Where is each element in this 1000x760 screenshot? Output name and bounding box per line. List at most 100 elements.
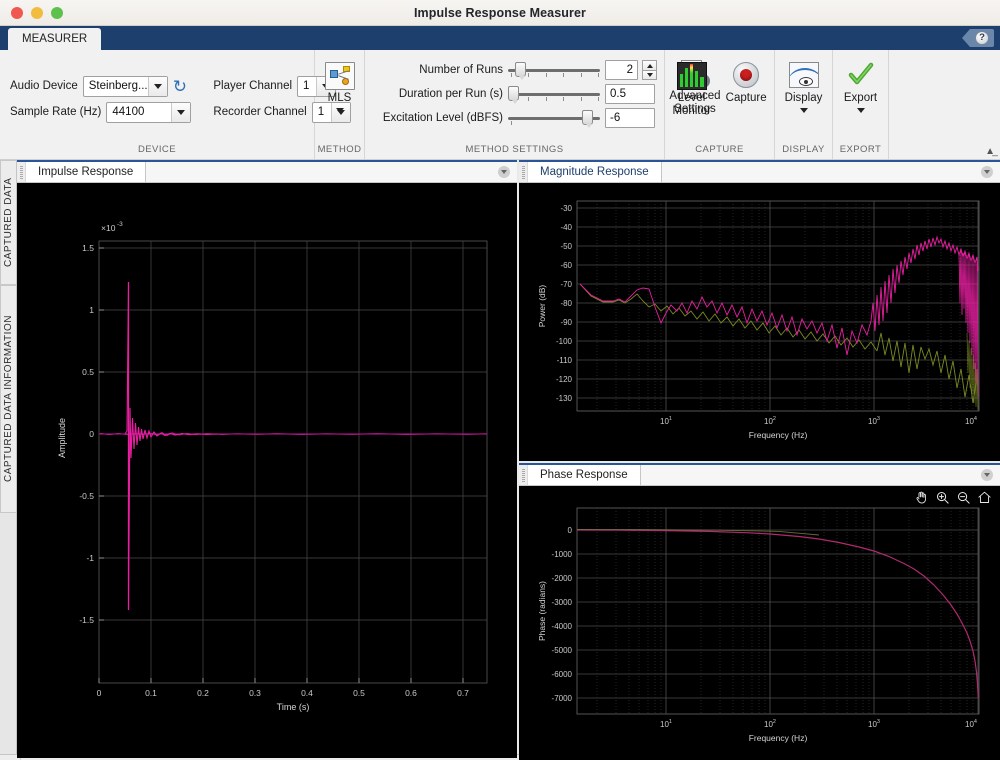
export-button-label: Export xyxy=(843,92,878,104)
chevron-down-icon[interactable] xyxy=(799,108,808,114)
panel-drag-handle[interactable] xyxy=(519,162,528,182)
svg-text:0.2: 0.2 xyxy=(197,688,209,698)
svg-text:-1.5: -1.5 xyxy=(79,615,94,625)
slider-thumb[interactable] xyxy=(581,110,593,128)
svg-text:1.5: 1.5 xyxy=(82,243,94,253)
mls-button-label: MLS xyxy=(327,92,352,104)
magnitude-response-plot[interactable]: -30 -40 -50 -60 -70 -80 -90 -100 -110 -1… xyxy=(519,183,1000,461)
level-monitor-label-1: Level xyxy=(677,92,706,104)
window-controls[interactable] xyxy=(11,6,63,19)
svg-text:0.3: 0.3 xyxy=(249,688,261,698)
phase-response-plot[interactable]: 0 -1000 -2000 -3000 -4000 -5000 -6000 -7… xyxy=(519,486,1000,760)
impulse-response-plot[interactable]: ×10 -3 1.5 1 0.5 0 -0.5 -1 -1.5 0 0.1 0.… xyxy=(17,183,517,758)
sample-rate-dropdown[interactable]: 44100 xyxy=(106,101,192,123)
ribbon: Audio Device Steinberg... ↻ Sample Rate … xyxy=(0,50,1000,160)
close-button[interactable] xyxy=(11,6,23,19)
chevron-down-icon[interactable] xyxy=(335,108,344,114)
sample-rate-value[interactable]: 44100 xyxy=(107,106,171,118)
tab-impulse-response[interactable]: Impulse Response xyxy=(26,162,147,182)
collapse-ribbon-icon[interactable]: ▲̲ xyxy=(985,147,995,157)
panel-drag-handle[interactable] xyxy=(17,162,26,182)
help-button[interactable]: ? xyxy=(960,29,994,47)
question-mark-icon: ? xyxy=(975,31,989,45)
panel-header-filler xyxy=(146,162,491,182)
slider-thumb[interactable] xyxy=(515,62,527,80)
duration-per-run-slider[interactable] xyxy=(508,86,600,104)
number-of-runs-slider[interactable] xyxy=(508,62,600,80)
sample-rate-label: Sample Rate (Hz) xyxy=(10,106,102,118)
minimize-button[interactable] xyxy=(31,6,43,19)
window-title: Impulse Response Measurer xyxy=(413,5,586,20)
restore-view-icon[interactable] xyxy=(977,490,992,505)
tab-magnitude-response[interactable]: Magnitude Response xyxy=(528,162,662,182)
docking-area: Impulse Response ×10 -3 1.5 1 0.5 0 -0.5… xyxy=(17,160,1000,760)
ribbon-group-method: MLS METHOD xyxy=(315,50,365,159)
method-settings-rows: Number of Runs 2 Duration per Run (s) 0.… xyxy=(365,60,665,128)
impulse-xlabel: Time (s) xyxy=(277,702,310,712)
panel-options-icon[interactable] xyxy=(491,162,517,182)
panel-options-icon[interactable] xyxy=(974,162,1000,182)
display-button[interactable]: Display xyxy=(777,60,831,115)
help-button-body[interactable]: ? xyxy=(970,29,994,47)
svg-text:-7000: -7000 xyxy=(552,694,573,703)
svg-text:0.5: 0.5 xyxy=(82,367,94,377)
svg-text:0.4: 0.4 xyxy=(301,688,313,698)
svg-text:0.5: 0.5 xyxy=(353,688,365,698)
chevron-down-icon[interactable] xyxy=(856,108,865,114)
tab-phase-response[interactable]: Phase Response xyxy=(528,465,641,485)
zoom-out-icon[interactable] xyxy=(956,490,971,505)
slider-thumb[interactable] xyxy=(508,86,519,104)
export-button[interactable]: Export xyxy=(835,60,887,115)
excitation-level-row: Excitation Level (dBFS) -6 xyxy=(373,108,657,128)
duration-per-run-value[interactable]: 0.5 xyxy=(605,84,655,104)
sidebar-item-captured-data-information[interactable]: CAPTURED DATA INFORMATION xyxy=(0,285,16,513)
capture-button[interactable]: Capture xyxy=(718,60,774,107)
svg-text:0: 0 xyxy=(89,429,94,439)
plot-toolbar[interactable] xyxy=(914,490,992,505)
panel-header-filler xyxy=(640,465,974,485)
number-of-runs-value[interactable]: 2 xyxy=(605,60,638,80)
tab-measurer[interactable]: MEASURER xyxy=(8,28,102,50)
mls-method-button[interactable]: MLS xyxy=(314,60,366,115)
left-vertical-tabstrip: CAPTURED DATA CAPTURED DATA INFORMATION xyxy=(0,160,17,754)
stepper-up-icon[interactable] xyxy=(642,60,657,70)
number-of-runs-label: Number of Runs xyxy=(419,64,503,76)
level-monitor-label-2: Monitor xyxy=(672,105,711,118)
number-of-runs-stepper[interactable] xyxy=(642,60,657,80)
right-column: Magnitude Response -30 -40 -50 -60 -70 -… xyxy=(519,160,1000,760)
pan-icon[interactable] xyxy=(914,490,929,505)
excitation-level-slider[interactable] xyxy=(508,110,600,128)
svg-text:-1: -1 xyxy=(86,553,94,563)
panel-options-icon[interactable] xyxy=(974,465,1000,485)
svg-text:-30: -30 xyxy=(560,204,572,213)
device-group-label: DEVICE xyxy=(137,144,177,155)
zoom-in-icon[interactable] xyxy=(935,490,950,505)
phase-xlabel: Frequency (Hz) xyxy=(749,733,808,743)
display-button-label: Display xyxy=(784,92,823,104)
svg-text:-3: -3 xyxy=(117,221,123,228)
svg-text:×10: ×10 xyxy=(101,223,116,233)
refresh-icon[interactable]: ↻ xyxy=(173,78,187,95)
level-monitor-button[interactable]: Level Monitor xyxy=(665,60,718,120)
svg-text:-130: -130 xyxy=(556,394,573,403)
excitation-level-value[interactable]: -6 xyxy=(605,108,655,128)
svg-text:0.1: 0.1 xyxy=(145,688,157,698)
chevron-down-icon[interactable] xyxy=(147,76,167,96)
ribbon-tabstrip: MEASURER ? xyxy=(0,26,1000,50)
svg-text:-2000: -2000 xyxy=(552,574,573,583)
chevron-down-icon[interactable] xyxy=(171,102,191,122)
number-of-runs-row: Number of Runs 2 xyxy=(373,60,657,80)
svg-text:0.6: 0.6 xyxy=(405,688,417,698)
svg-text:-0.5: -0.5 xyxy=(79,491,94,501)
method-group-label: METHOD xyxy=(317,144,362,155)
panel-drag-handle[interactable] xyxy=(519,465,528,485)
audio-device-dropdown[interactable]: Steinberg... xyxy=(82,75,168,97)
duration-per-run-label: Duration per Run (s) xyxy=(398,88,503,100)
maximize-button[interactable] xyxy=(51,6,63,19)
record-icon xyxy=(733,62,760,88)
svg-text:-120: -120 xyxy=(556,375,573,384)
sidebar-item-captured-data[interactable]: CAPTURED DATA xyxy=(0,160,16,285)
export-group-label: EXPORT xyxy=(839,144,882,155)
svg-text:-60: -60 xyxy=(560,261,572,270)
stepper-down-icon[interactable] xyxy=(642,70,657,80)
